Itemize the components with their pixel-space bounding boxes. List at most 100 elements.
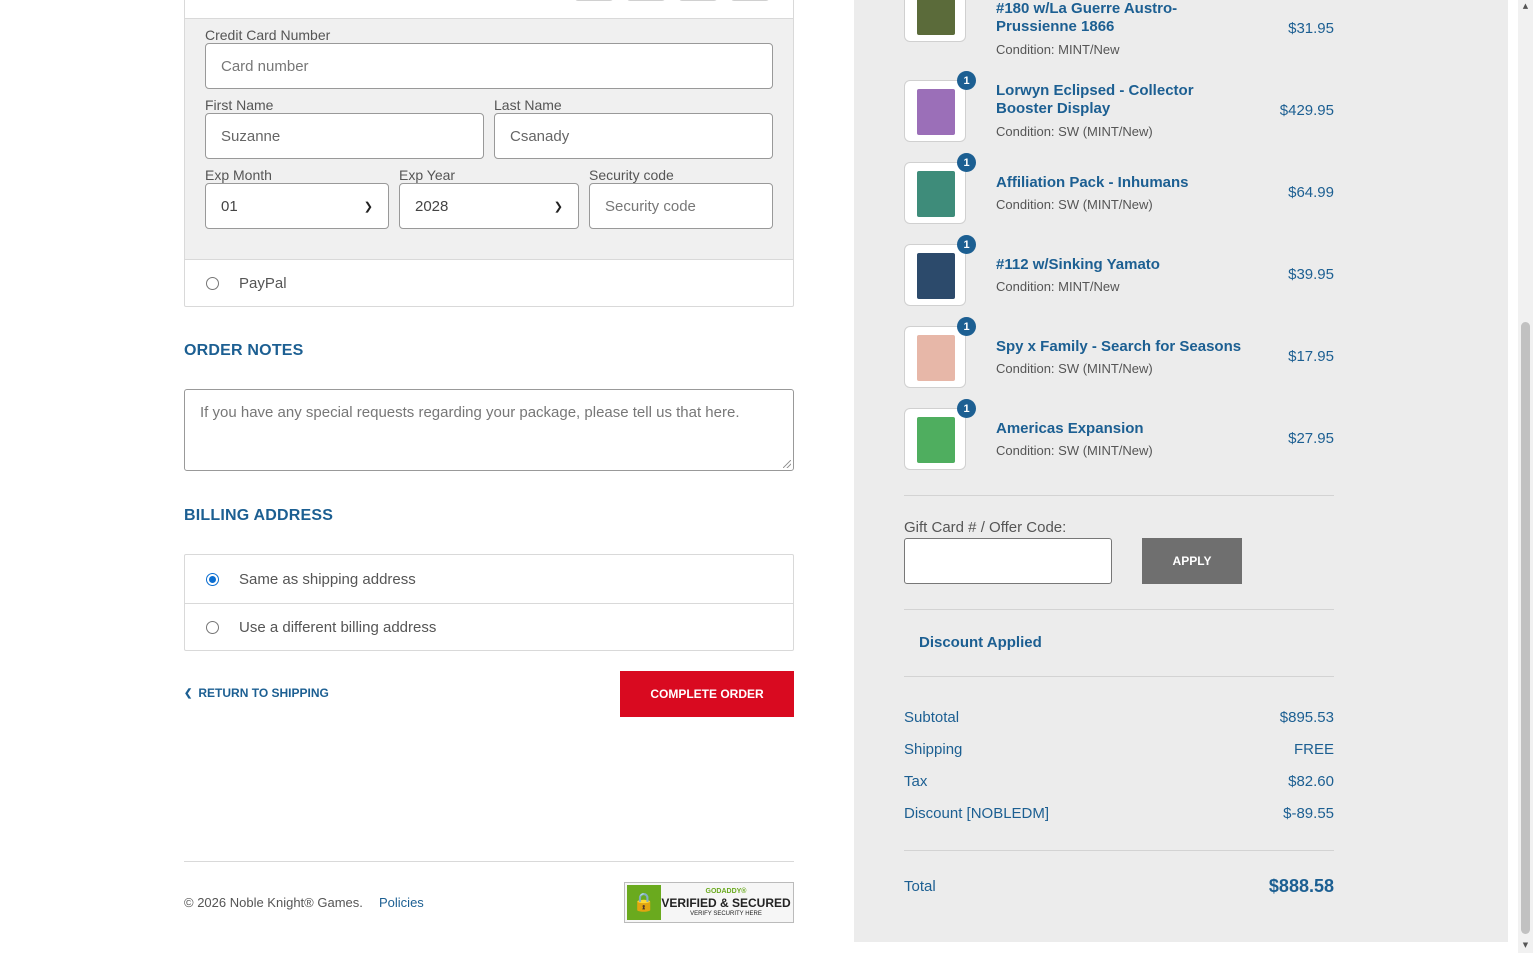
summary-divider: [904, 495, 1334, 496]
billing-different-option[interactable]: Use a different billing address: [185, 603, 793, 651]
subtotal-value: $895.53: [1279, 709, 1334, 726]
product-name-link[interactable]: Affiliation Pack - Inhumans: [996, 174, 1246, 192]
card-logo-icon: [731, 0, 769, 1]
credit-card-panel: Credit Card Number Card number First Nam…: [185, 19, 793, 260]
chevron-down-icon: ❯: [553, 200, 563, 213]
godaddy-verified-badge[interactable]: 🔒 GODADDY® VERIFIED & SECURED VERIFY SEC…: [624, 882, 794, 923]
quantity-badge: 1: [957, 317, 976, 336]
security-code-label: Security code: [589, 167, 674, 183]
paypal-label: PayPal: [239, 274, 287, 292]
payment-methods: Credit Card Number Card number First Nam…: [184, 0, 794, 307]
copyright-text: © 2026 Noble Knight® Games.: [184, 895, 363, 910]
quantity-badge: 1: [957, 235, 976, 254]
product-price: $64.99: [1288, 184, 1334, 201]
exp-month-label: Exp Month: [205, 167, 272, 183]
last-name-input[interactable]: Csanady: [494, 113, 773, 159]
product-name-link[interactable]: Americas Expansion: [996, 420, 1246, 438]
product-image: [917, 0, 955, 35]
product-name-link[interactable]: #180 w/La Guerre Austro-Prussienne 1866: [996, 0, 1246, 36]
billing-same-option[interactable]: Same as shipping address: [185, 555, 793, 603]
scrollbar-thumb[interactable]: [1521, 322, 1530, 934]
badge-subtitle: VERIFY SECURITY HERE: [690, 911, 762, 917]
product-condition: Condition: MINT/New: [996, 42, 1120, 57]
billing-same-radio[interactable]: [206, 572, 219, 586]
card-logo-icon: [575, 0, 613, 1]
gift-card-input[interactable]: [904, 538, 1112, 584]
complete-order-button[interactable]: COMPLETE ORDER: [620, 671, 794, 717]
product-thumbnail[interactable]: 1: [904, 71, 976, 142]
product-thumbnail[interactable]: 1: [904, 0, 966, 42]
exp-month-value: 01: [221, 197, 238, 215]
card-logo-icon: [627, 0, 665, 1]
cc-number-label: Credit Card Number: [205, 27, 331, 43]
product-condition: Condition: SW (MINT/New): [996, 124, 1153, 139]
discount-row: Discount [NOBLEDM] $-89.55: [904, 805, 1334, 822]
discount-value: $-89.55: [1283, 805, 1334, 822]
quantity-badge: 1: [957, 71, 976, 90]
tax-label: Tax: [904, 773, 928, 790]
product-price: $429.95: [1279, 102, 1334, 119]
billing-address-title: BILLING ADDRESS: [184, 507, 334, 524]
cc-number-input[interactable]: Card number: [205, 43, 773, 89]
first-name-input[interactable]: Suzanne: [205, 113, 484, 159]
quantity-badge: 1: [957, 153, 976, 172]
product-thumbnail[interactable]: 1: [904, 399, 976, 470]
product-image: [917, 253, 955, 299]
discount-applied-text: Discount Applied: [919, 634, 1042, 651]
discount-label: Discount [NOBLEDM]: [904, 805, 1050, 822]
return-to-shipping-link[interactable]: ❮ RETURN TO SHIPPING: [184, 686, 329, 700]
paypal-radio[interactable]: [206, 276, 219, 290]
page-scrollbar[interactable]: ▲ ▼: [1518, 0, 1533, 953]
product-condition: Condition: MINT/New: [996, 279, 1120, 294]
shipping-value: FREE: [1293, 741, 1334, 758]
subtotal-label: Subtotal: [904, 709, 960, 726]
product-thumbnail[interactable]: 1: [904, 235, 976, 306]
last-name-label: Last Name: [494, 97, 562, 113]
product-image: [917, 89, 955, 135]
exp-year-label: Exp Year: [399, 167, 456, 183]
subtotal-row: Subtotal $895.53: [904, 709, 1334, 726]
card-logo-icon: [679, 0, 717, 1]
footer-divider: [184, 861, 794, 862]
return-to-shipping-label: RETURN TO SHIPPING: [198, 686, 329, 700]
resize-handle-icon[interactable]: [783, 460, 791, 468]
product-price: $17.95: [1288, 348, 1334, 365]
tax-row: Tax $82.60: [904, 773, 1334, 790]
exp-month-select[interactable]: 01 ❯: [205, 183, 389, 229]
product-name-link[interactable]: #112 w/Sinking Yamato: [996, 256, 1246, 274]
product-price: $39.95: [1288, 266, 1334, 283]
total-label: Total: [904, 878, 936, 895]
shipping-row: Shipping FREE: [904, 741, 1334, 758]
credit-card-option-header[interactable]: [185, 0, 793, 19]
godaddy-badge-text: GODADDY® VERIFIED & SECURED VERIFY SECUR…: [661, 888, 791, 917]
billing-different-label: Use a different billing address: [239, 619, 437, 636]
product-image: [917, 335, 955, 381]
product-thumbnail[interactable]: 1: [904, 153, 976, 224]
shipping-label: Shipping: [904, 741, 963, 758]
card-logos: [575, 0, 769, 1]
scroll-up-icon[interactable]: ▲: [1521, 2, 1530, 10]
billing-address-options: Same as shipping address Use a different…: [184, 554, 794, 651]
product-image: [917, 417, 955, 463]
summary-divider: [904, 850, 1334, 851]
order-notes-textarea[interactable]: If you have any special requests regardi…: [184, 389, 794, 471]
product-condition: Condition: SW (MINT/New): [996, 361, 1153, 376]
policies-link[interactable]: Policies: [379, 895, 424, 910]
checkout-page: Credit Card Number Card number First Nam…: [0, 0, 1533, 953]
product-price: $27.95: [1288, 430, 1334, 447]
paypal-option[interactable]: PayPal: [185, 260, 793, 306]
product-name-link[interactable]: Lorwyn Eclipsed - Collector Booster Disp…: [996, 82, 1246, 118]
security-code-input[interactable]: Security code: [589, 183, 773, 229]
order-notes-placeholder: If you have any special requests regardi…: [200, 404, 740, 421]
billing-different-radio[interactable]: [206, 621, 219, 634]
product-thumbnail[interactable]: 1: [904, 317, 976, 388]
tax-value: $82.60: [1288, 773, 1334, 790]
scroll-down-icon[interactable]: ▼: [1521, 941, 1530, 949]
billing-same-label: Same as shipping address: [239, 570, 416, 588]
badge-title: VERIFIED & SECURED: [661, 896, 791, 910]
exp-year-select[interactable]: 2028 ❯: [399, 183, 579, 229]
apply-code-button[interactable]: APPLY: [1142, 538, 1242, 584]
gift-card-label: Gift Card # / Offer Code:: [904, 519, 1067, 536]
product-image: [917, 171, 955, 217]
product-name-link[interactable]: Spy x Family - Search for Seasons: [996, 338, 1246, 356]
